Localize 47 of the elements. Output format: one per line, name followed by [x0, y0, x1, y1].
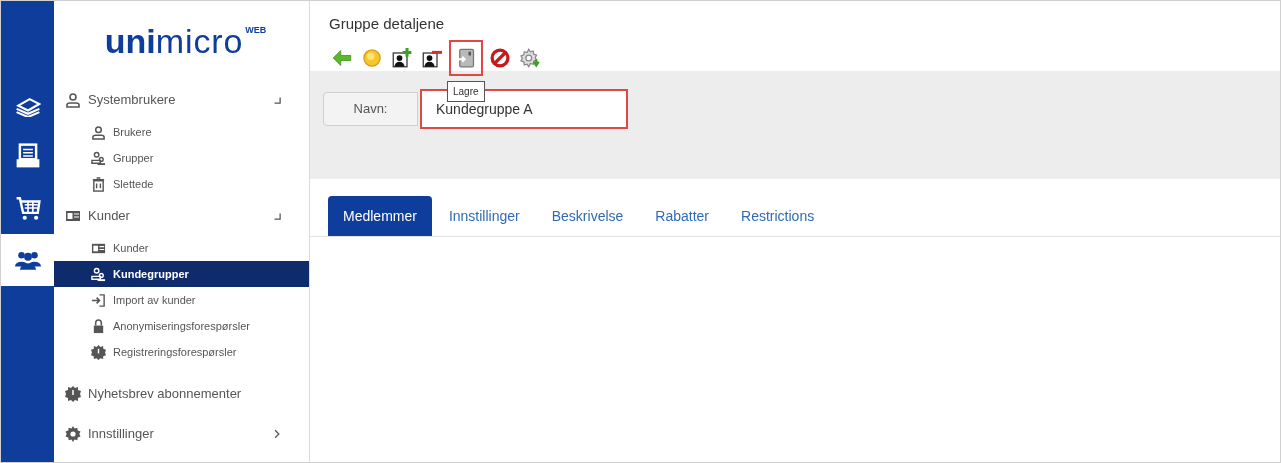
tab[interactable]: Rabatter [640, 196, 725, 236]
drawer-icon [14, 143, 41, 169]
tab[interactable]: Innstillinger [433, 196, 535, 236]
nav-group[interactable]: Innstillinger [54, 415, 309, 453]
user-icon [91, 124, 106, 140]
nav-item[interactable]: Registreringsforespørsler [54, 339, 309, 365]
nav-item[interactable]: Import av kunder [54, 287, 309, 313]
page-title: Gruppe detaljene [329, 14, 445, 34]
logo-text: uni [104, 24, 156, 58]
nav-group-label: Kunder [88, 207, 130, 226]
id-card-icon [65, 208, 81, 224]
tooltip: Lagre [447, 80, 485, 102]
field-label: Navn: [323, 92, 418, 126]
nav-group-label: Nyhetsbrev abonnementer [88, 385, 242, 404]
trash-icon [91, 176, 106, 192]
group-icon [91, 150, 106, 166]
nav-item[interactable]: Brukere [54, 119, 309, 145]
user-icon [65, 92, 81, 108]
nav-item[interactable]: Kunder [54, 235, 309, 261]
tab[interactable]: Restrictions [726, 196, 830, 236]
safe-icon [456, 47, 476, 68]
nav-item[interactable]: Kundegrupper [54, 261, 309, 287]
logo-text: micro [155, 24, 244, 58]
import-icon [91, 292, 106, 308]
nav-item[interactable]: Anonymiseringsforespørsler [54, 313, 309, 339]
back-arrow-icon [332, 47, 352, 68]
sun-icon [362, 47, 382, 68]
cancel-icon [490, 47, 510, 68]
nav-group[interactable]: Systembrukere [54, 81, 309, 119]
settings-icon [65, 426, 81, 442]
group-icon [91, 266, 106, 282]
seal-icon [91, 344, 106, 360]
nav-item[interactable]: Grupper [54, 145, 309, 171]
cart-icon [14, 195, 41, 221]
add-user-icon [392, 47, 412, 68]
nav-group[interactable]: Nyhetsbrev abonnementer [54, 375, 309, 413]
logo-text: WEB [245, 26, 267, 35]
padlock-icon [91, 318, 106, 334]
nav-group-label: Systembrukere [88, 91, 176, 110]
tab[interactable]: Beskrivelse [536, 196, 639, 236]
nav-group[interactable]: Kunder [54, 197, 309, 235]
nav-item[interactable]: Slettede [54, 171, 309, 197]
rail-item[interactable] [1, 234, 54, 286]
seal-icon [65, 386, 81, 402]
tab[interactable]: Medlemmer [328, 196, 432, 236]
settings-icon [520, 47, 540, 68]
nav-group-label: Innstillinger [88, 425, 154, 444]
